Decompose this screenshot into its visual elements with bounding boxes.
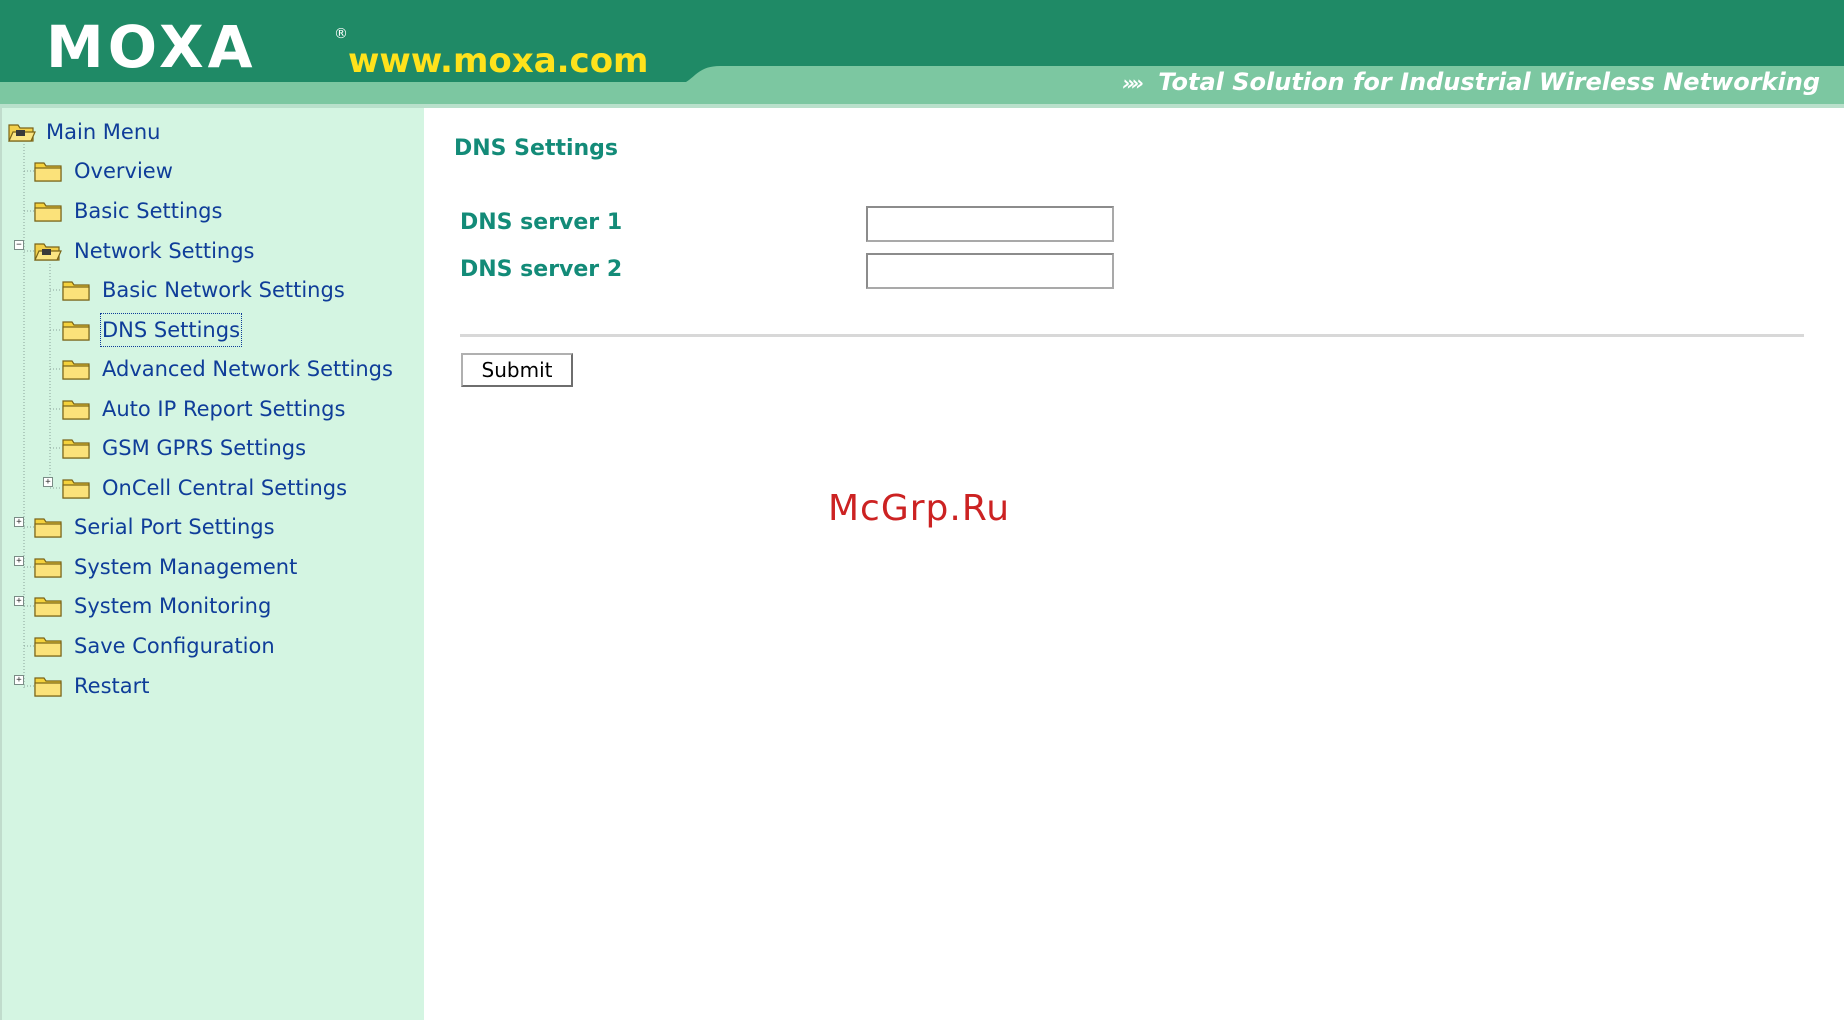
- sidebar-item-basic-network-settings[interactable]: Basic Network Settings: [62, 275, 345, 305]
- sidebar-item-serial-port-settings[interactable]: Serial Port Settings: [34, 512, 275, 542]
- folder-icon: [62, 281, 90, 301]
- folder-icon: [62, 400, 90, 420]
- sidebar-item-basic-settings[interactable]: Basic Settings: [34, 196, 222, 226]
- sidebar-item-system-management[interactable]: System Management: [34, 552, 297, 582]
- dns-server-1-input[interactable]: [866, 206, 1114, 242]
- expand-toggle-icon[interactable]: +: [14, 556, 24, 566]
- moxa-logo: MOXA: [46, 13, 257, 81]
- tagline-text: Total Solution for Industrial Wireless N…: [1158, 68, 1820, 96]
- sidebar-item-network-settings[interactable]: Network Settings: [34, 236, 255, 266]
- folder-icon: [34, 202, 62, 222]
- expand-toggle-icon[interactable]: +: [14, 517, 24, 527]
- folder-icon: [62, 479, 90, 499]
- folder-icon: [34, 558, 62, 578]
- sidebar-item-main-menu[interactable]: Main Menu: [8, 117, 160, 147]
- folder-icon: [34, 677, 62, 697]
- sidebar-item-label: Basic Network Settings: [102, 278, 345, 302]
- folder-icon: [34, 162, 62, 182]
- sidebar-item-label: Restart: [74, 674, 150, 698]
- watermark: McGrp.Ru: [828, 488, 1011, 529]
- sidebar-item-restart[interactable]: Restart: [34, 671, 149, 701]
- sidebar-item-system-monitoring[interactable]: System Monitoring: [34, 591, 271, 621]
- folder-icon: [34, 637, 62, 657]
- collapse-toggle-icon[interactable]: −: [14, 240, 24, 250]
- page-title: DNS Settings: [454, 136, 619, 161]
- expand-toggle-icon[interactable]: +: [14, 596, 24, 606]
- dns-server-2-input[interactable]: [866, 253, 1114, 289]
- sidebar-item-label: Main Menu: [46, 120, 161, 144]
- sidebar-item-save-configuration[interactable]: Save Configuration: [34, 631, 275, 661]
- sidebar-item-dns-settings[interactable]: DNS Settings: [62, 313, 243, 347]
- sidebar-item-label: Basic Settings: [74, 199, 223, 223]
- sidebar-item-oncell-central-settings[interactable]: OnCell Central Settings: [62, 473, 347, 503]
- sidebar-item-overview[interactable]: Overview: [34, 156, 173, 186]
- sidebar-item-advanced-network-settings[interactable]: Advanced Network Settings: [62, 354, 393, 384]
- sidebar-item-label: DNS Settings: [99, 313, 243, 347]
- header-banner: MOXA ® www.moxa.com »» Total Solution fo…: [0, 0, 1844, 108]
- expand-toggle-icon[interactable]: +: [14, 675, 24, 685]
- moxa-web-console: MOXA ® www.moxa.com »» Total Solution fo…: [0, 0, 1844, 1020]
- sidebar-item-label: OnCell Central Settings: [102, 476, 348, 500]
- folder-icon: [62, 321, 90, 341]
- submit-button[interactable]: Submit: [461, 353, 573, 387]
- sidebar-item-label: GSM GPRS Settings: [102, 436, 307, 460]
- double-chevron-icon: »»: [1121, 71, 1144, 95]
- folder-icon: [62, 439, 90, 459]
- dns-server-2-label: DNS server 2: [460, 257, 623, 282]
- sidebar-item-label: Save Configuration: [74, 634, 275, 658]
- sidebar-item-label: System Management: [74, 555, 298, 579]
- folder-icon: [62, 360, 90, 380]
- website-link[interactable]: www.moxa.com: [348, 38, 649, 84]
- main-content: DNS Settings DNS server 1 DNS server 2 S…: [424, 108, 1844, 1020]
- folder-icon: [34, 597, 62, 617]
- form-divider: [460, 334, 1804, 337]
- sidebar-item-gsm-gprs-settings[interactable]: GSM GPRS Settings: [62, 433, 306, 463]
- sidebar-item-label: Serial Port Settings: [74, 515, 275, 539]
- registered-mark: ®: [334, 26, 348, 42]
- open-folder-icon: [34, 243, 62, 261]
- expand-toggle-icon[interactable]: +: [43, 477, 53, 487]
- sidebar-item-label: Auto IP Report Settings: [102, 397, 346, 421]
- sidebar-menu: Main Menu Overview Basic Settings − Netw…: [0, 108, 424, 1020]
- open-folder-icon: [8, 124, 36, 142]
- sidebar-item-label: Network Settings: [74, 239, 255, 263]
- sidebar-item-label: Overview: [74, 159, 173, 183]
- folder-icon: [34, 518, 62, 538]
- tagline: »» Total Solution for Industrial Wireles…: [1122, 66, 1820, 99]
- sidebar-item-label: Advanced Network Settings: [102, 357, 393, 381]
- sidebar-item-auto-ip-report-settings[interactable]: Auto IP Report Settings: [62, 394, 345, 424]
- dns-server-1-label: DNS server 1: [460, 210, 623, 235]
- sidebar-item-label: System Monitoring: [74, 594, 272, 618]
